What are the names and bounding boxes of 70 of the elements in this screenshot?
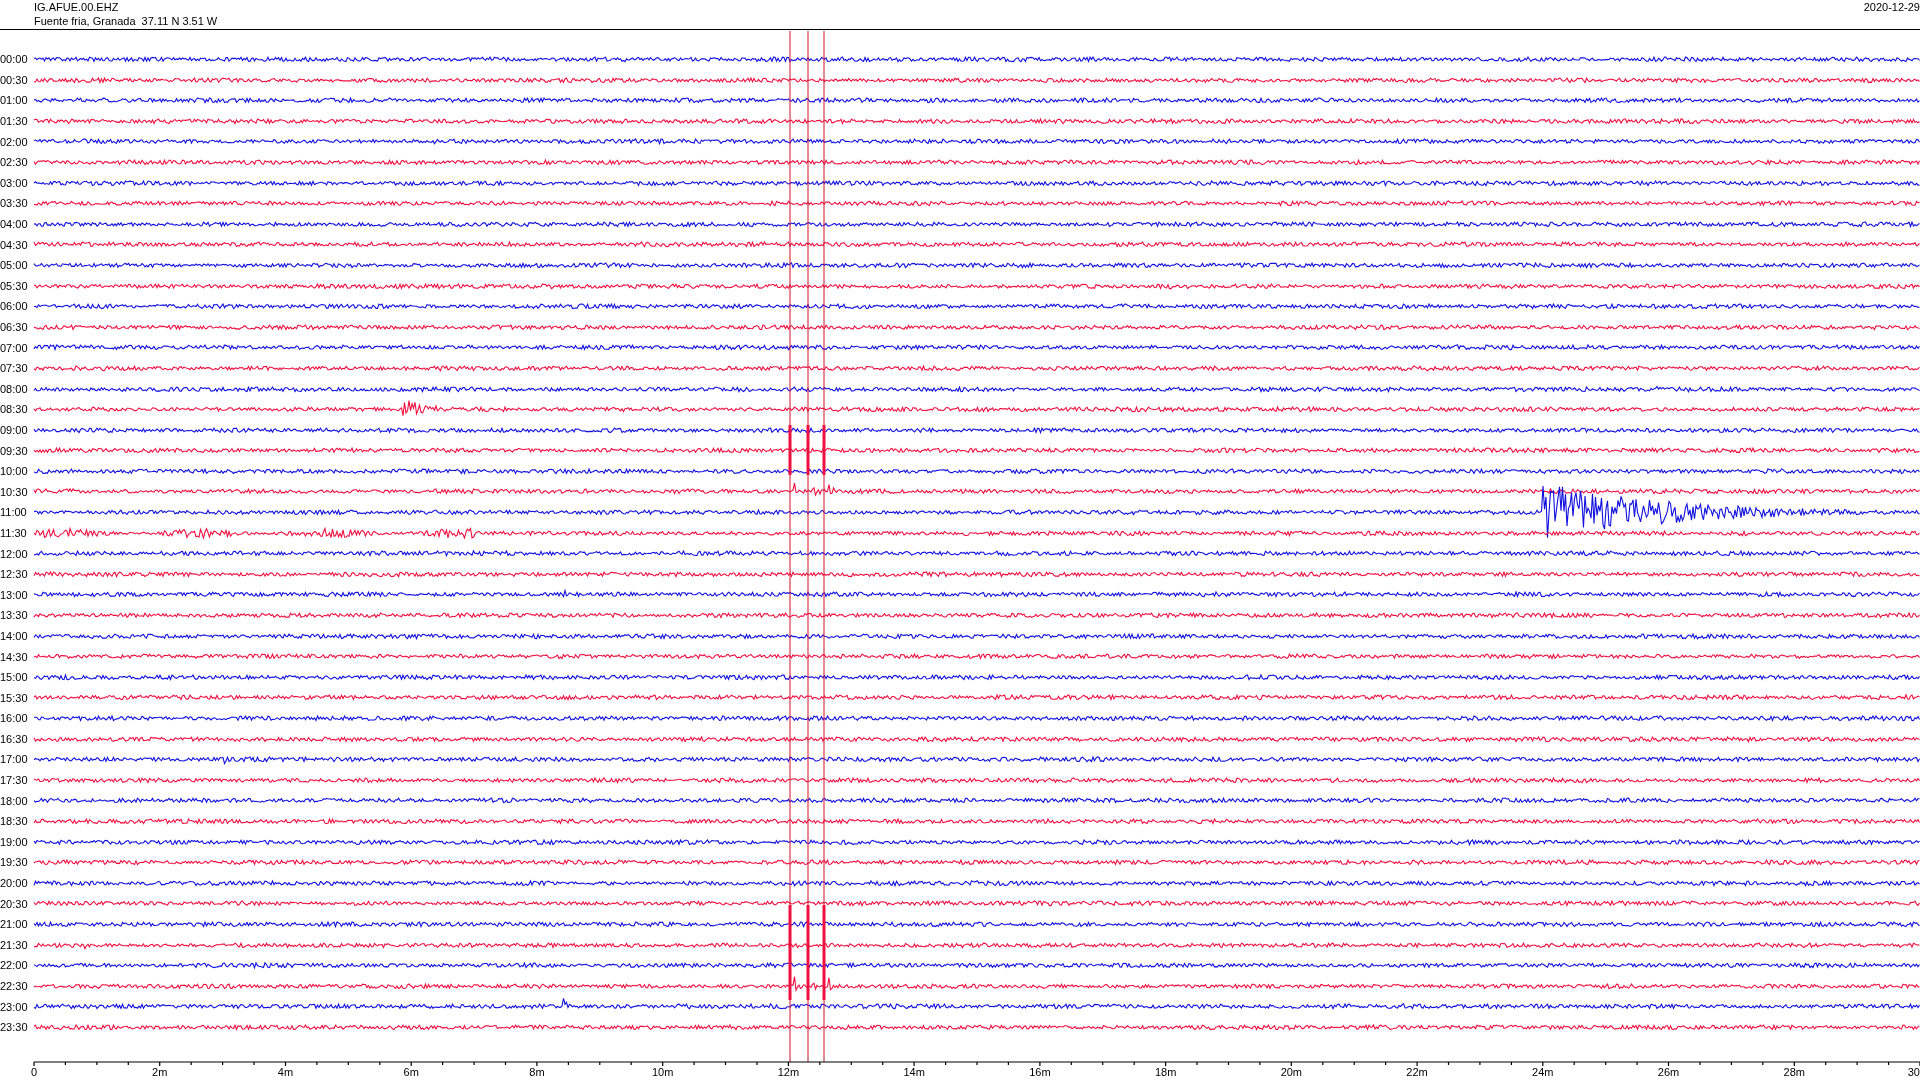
time-label: 05:00 xyxy=(0,259,29,272)
time-label: 16:30 xyxy=(0,732,29,745)
axis-label: 28m xyxy=(1783,1066,1805,1078)
time-label: 20:30 xyxy=(0,897,29,910)
time-label: 11:30 xyxy=(0,526,28,539)
axis-label: 6m xyxy=(403,1066,419,1078)
time-label: 10:00 xyxy=(0,465,29,478)
time-label: 09:00 xyxy=(0,424,29,436)
time-label: 01:30 xyxy=(0,115,29,128)
axis-label: 12m xyxy=(777,1066,800,1078)
time-label: 15:00 xyxy=(0,671,29,684)
time-label: 04:30 xyxy=(0,238,29,251)
axis-label: 22m xyxy=(1406,1066,1428,1078)
time-label: 05:30 xyxy=(0,279,29,292)
time-label: 07:30 xyxy=(0,362,29,375)
axis-label: 16m xyxy=(1029,1066,1051,1078)
time-label: 07:00 xyxy=(0,341,29,354)
time-label: 17:00 xyxy=(0,753,29,766)
axis-label: 10m xyxy=(651,1066,674,1078)
time-label: 02:00 xyxy=(0,135,29,148)
axis-label: 20m xyxy=(1280,1066,1303,1078)
time-label: 15:30 xyxy=(0,691,29,704)
time-label: 18:00 xyxy=(0,794,29,807)
time-label: 20:00 xyxy=(0,877,29,890)
axis-label: 4m xyxy=(277,1066,294,1078)
time-label: 09:30 xyxy=(0,444,29,457)
axis-label: 24m xyxy=(1532,1066,1554,1078)
time-label: 03:30 xyxy=(0,197,29,210)
time-label: 14:00 xyxy=(0,629,29,642)
time-label: 14:30 xyxy=(0,650,29,663)
time-label: 04:00 xyxy=(0,218,29,231)
spike-mark xyxy=(822,425,826,475)
station-location: Fuente fria, Granada 37.11 N 3.51 W xyxy=(34,14,218,28)
axis-label: 0 xyxy=(30,1066,38,1078)
time-label: 17:30 xyxy=(0,774,29,787)
spike-mark xyxy=(788,425,792,475)
time-label: 08:30 xyxy=(0,403,29,416)
time-label: 19:30 xyxy=(0,856,29,869)
time-label: 01:00 xyxy=(0,94,29,107)
station-code: IG.AFUE.00.EHZ xyxy=(34,0,120,14)
time-label: 06:00 xyxy=(0,300,29,313)
time-label: 13:30 xyxy=(0,609,29,622)
axis-label: 2m xyxy=(152,1066,168,1078)
time-label: 22:00 xyxy=(0,959,29,972)
plot-date: 2020-12-29 xyxy=(1863,0,1920,15)
time-label: 12:30 xyxy=(0,568,29,581)
time-label: 21:00 xyxy=(0,918,29,931)
time-label: 22:30 xyxy=(0,980,29,992)
time-label: 19:00 xyxy=(0,835,29,848)
time-label: 00:30 xyxy=(0,73,29,86)
time-label: 21:30 xyxy=(0,938,29,951)
spike-mark xyxy=(806,425,810,475)
time-label: 16:00 xyxy=(0,712,29,725)
time-label: 23:00 xyxy=(0,1000,29,1013)
time-label: 03:00 xyxy=(0,176,29,189)
axis-label: 8m xyxy=(529,1066,545,1078)
time-label: 08:00 xyxy=(0,382,29,395)
axis-label: 26m xyxy=(1657,1066,1680,1078)
time-label: 11:00 xyxy=(0,506,28,519)
time-label: 23:30 xyxy=(0,1021,29,1034)
axis-label: 14m xyxy=(903,1066,925,1078)
time-label: 13:00 xyxy=(0,588,29,601)
time-label: 02:30 xyxy=(0,156,29,169)
time-label: 06:30 xyxy=(0,321,29,333)
time-label: 00:00 xyxy=(0,53,29,66)
time-label: 18:30 xyxy=(0,815,29,828)
time-label: 12:00 xyxy=(0,547,29,560)
time-label: 10:30 xyxy=(0,485,29,498)
axis-label: 18m xyxy=(1154,1066,1177,1078)
axis-label: 30 xyxy=(1907,1066,1920,1078)
